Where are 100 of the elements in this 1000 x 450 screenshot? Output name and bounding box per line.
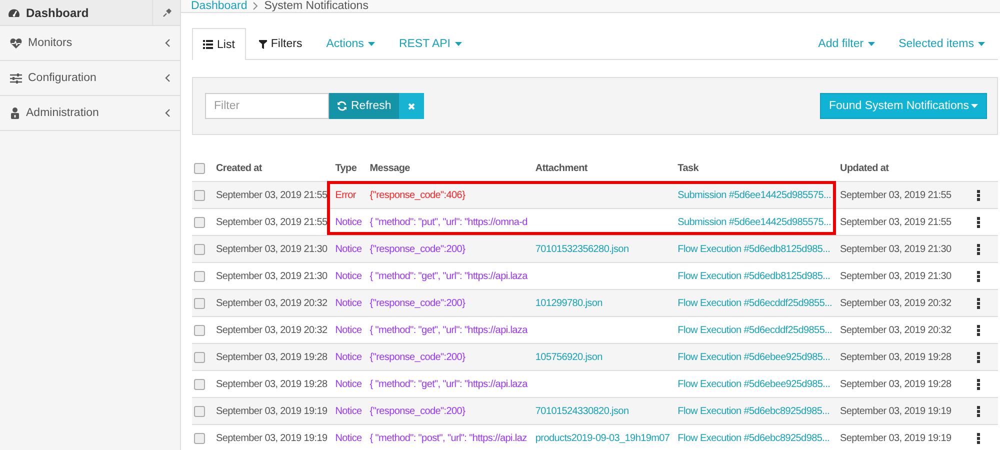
found-dropdown-button[interactable]: Found System Notifications bbox=[820, 93, 987, 119]
close-icon bbox=[408, 102, 416, 110]
tab[interactable]: List bbox=[192, 28, 246, 60]
task-link[interactable]: Flow Execution #5d6ebc8925d985... bbox=[678, 406, 832, 416]
table-cell: September 03, 2019 19:19 bbox=[840, 406, 952, 416]
message-link[interactable]: { "method": "post", "url": "https://api.laz bbox=[370, 432, 528, 444]
table-cell: September 03, 2019 21:30 bbox=[840, 244, 952, 254]
message-link[interactable]: { "method": "put", "url": "https://omna-d bbox=[370, 216, 528, 228]
sidebar-header[interactable]: Dashboard bbox=[0, 0, 180, 26]
checkbox[interactable] bbox=[194, 352, 205, 362]
checkbox[interactable] bbox=[194, 270, 205, 282]
type-label: Notice bbox=[335, 298, 362, 308]
type-label: Notice bbox=[335, 324, 362, 336]
more-menu-button[interactable] bbox=[977, 378, 980, 390]
more-menu-button[interactable] bbox=[977, 190, 980, 200]
task-link[interactable]: Flow Execution #5d6ecddf25d9855... bbox=[678, 324, 832, 336]
task-link[interactable]: Flow Execution #5d6ebc8925d985... bbox=[678, 432, 832, 444]
more-menu-button[interactable] bbox=[977, 406, 980, 416]
table-cell: September 03, 2019 20:32 bbox=[216, 298, 328, 308]
table-cell: September 03, 2019 21:30 bbox=[216, 270, 328, 282]
gauge-icon bbox=[8, 7, 20, 18]
dropdown-menu[interactable]: Add filter bbox=[807, 28, 886, 59]
attachment-link[interactable]: 101299780.json bbox=[535, 298, 670, 308]
sidebar-title: Dashboard bbox=[26, 6, 90, 20]
caret-icon bbox=[868, 42, 875, 46]
more-menu-button[interactable] bbox=[977, 244, 980, 254]
attachment-link[interactable]: 70101532356280.json bbox=[535, 244, 670, 254]
checkbox[interactable] bbox=[194, 406, 205, 416]
close-button[interactable] bbox=[399, 93, 424, 119]
message-link[interactable]: {"response_code":200} bbox=[370, 352, 528, 362]
column-header: Type bbox=[335, 162, 358, 174]
checkbox[interactable] bbox=[194, 244, 205, 254]
checkbox[interactable] bbox=[194, 216, 205, 228]
task-link[interactable]: Flow Execution #5d6edb8125d985... bbox=[678, 244, 832, 254]
chevron-icon bbox=[253, 2, 258, 10]
message-link[interactable]: {"response_code":200} bbox=[370, 298, 528, 308]
column-header: Message bbox=[370, 162, 411, 174]
table-cell: September 03, 2019 19:28 bbox=[840, 378, 952, 390]
checkbox[interactable] bbox=[194, 190, 205, 200]
task-link[interactable]: Flow Execution #5d6ebee925d985... bbox=[678, 352, 832, 362]
caret-icon bbox=[978, 42, 985, 46]
more-menu-button[interactable] bbox=[977, 324, 980, 336]
more-menu-button[interactable] bbox=[977, 432, 980, 444]
task-link[interactable]: Submission #5d6ee14425d985575... bbox=[678, 190, 832, 200]
chevron-icon bbox=[165, 74, 170, 82]
filter-icon bbox=[258, 40, 267, 48]
more-menu-button[interactable] bbox=[977, 216, 980, 228]
checkbox[interactable] bbox=[194, 162, 205, 174]
message-link[interactable]: {"response_code":200} bbox=[370, 244, 528, 254]
table-cell: September 03, 2019 19:19 bbox=[216, 432, 328, 444]
breadcrumb-link[interactable]: Dashboard bbox=[191, 0, 248, 12]
list-icon bbox=[203, 40, 213, 49]
table-cell: September 03, 2019 20:32 bbox=[216, 324, 328, 336]
dropdown-menu[interactable]: Selected items bbox=[888, 28, 996, 59]
table-cell: September 03, 2019 21:55 bbox=[840, 190, 952, 200]
table-cell: September 03, 2019 19:28 bbox=[216, 378, 328, 390]
more-menu-button[interactable] bbox=[977, 352, 980, 362]
table-cell: September 03, 2019 21:55 bbox=[216, 190, 328, 200]
message-link[interactable]: { "method": "get", "url": "https://api.laza bbox=[370, 378, 528, 390]
chevron-icon bbox=[165, 109, 170, 117]
task-link[interactable]: Submission #5d6ee14425d985575... bbox=[678, 216, 832, 228]
message-link[interactable]: {"response_code":406} bbox=[370, 190, 528, 200]
pin-icon[interactable] bbox=[163, 8, 172, 17]
checkbox[interactable] bbox=[194, 378, 205, 390]
table-cell: September 03, 2019 19:19 bbox=[840, 432, 952, 444]
table-cell: September 03, 2019 20:32 bbox=[840, 298, 952, 308]
type-label: Notice bbox=[335, 378, 362, 390]
column-header: Updated at bbox=[840, 162, 890, 174]
refresh-button[interactable]: Refresh bbox=[329, 93, 400, 119]
type-label: Notice bbox=[335, 244, 362, 254]
caret-icon bbox=[368, 42, 375, 46]
message-link[interactable]: {"response_code":200} bbox=[370, 406, 528, 416]
attachment-link[interactable]: products2019-09-03_19h19m07 bbox=[535, 432, 670, 444]
task-link[interactable]: Flow Execution #5d6edb8125d985... bbox=[678, 270, 832, 282]
tab[interactable]: Filters bbox=[248, 28, 314, 59]
checkbox[interactable] bbox=[194, 324, 205, 336]
table-cell: September 03, 2019 21:55 bbox=[840, 216, 952, 228]
column-header: Created at bbox=[216, 162, 263, 174]
attachment-link[interactable]: 70101524330820.json bbox=[535, 406, 670, 416]
more-menu-button[interactable] bbox=[977, 270, 980, 282]
more-menu-button[interactable] bbox=[977, 298, 980, 308]
tab[interactable]: REST API bbox=[388, 28, 472, 59]
sliders-icon bbox=[10, 72, 22, 84]
table-cell: September 03, 2019 21:30 bbox=[216, 244, 328, 254]
column-header: Task bbox=[678, 162, 700, 174]
filter-field[interactable]: Filter bbox=[205, 93, 329, 119]
type-label: Error bbox=[335, 190, 357, 200]
breadcrumb-current: System Notifications bbox=[264, 0, 368, 12]
checkbox[interactable] bbox=[194, 432, 205, 444]
type-label: Notice bbox=[335, 216, 362, 228]
checkbox[interactable] bbox=[194, 298, 205, 308]
table-cell: September 03, 2019 20:32 bbox=[840, 324, 952, 336]
message-link[interactable]: { "method": "get", "url": "https://api.laza bbox=[370, 270, 528, 282]
message-link[interactable]: { "method": "get", "url": "https://api.laza bbox=[370, 324, 528, 336]
tab[interactable]: Actions bbox=[315, 28, 386, 59]
task-link[interactable]: Flow Execution #5d6ebee925d985... bbox=[678, 378, 832, 390]
task-link[interactable]: Flow Execution #5d6ecddf25d9855... bbox=[678, 298, 832, 308]
type-label: Notice bbox=[335, 270, 362, 282]
attachment-link[interactable]: 105756920.json bbox=[535, 352, 670, 362]
user-lock-icon bbox=[10, 107, 20, 119]
